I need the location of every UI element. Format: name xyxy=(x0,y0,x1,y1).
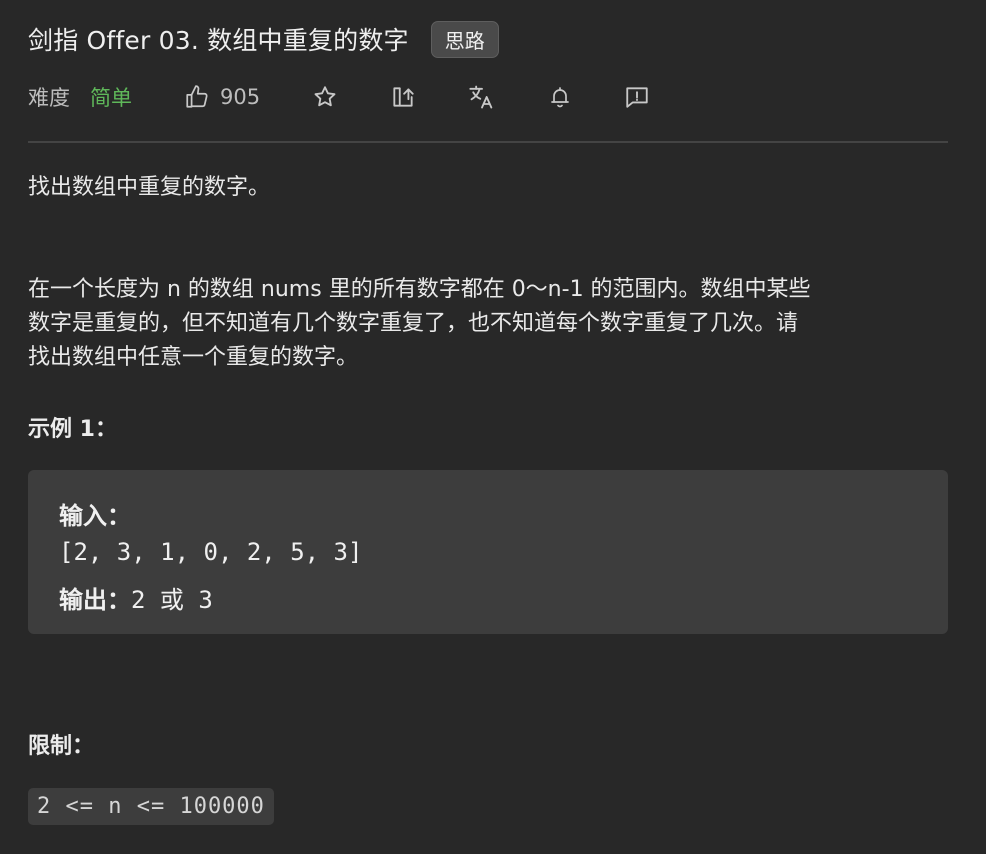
constraints-heading: 限制： xyxy=(28,734,95,759)
example-output-value: 2 或 3 xyxy=(131,586,213,614)
like-count: 905 xyxy=(220,85,261,109)
subscribe-button[interactable] xyxy=(548,82,572,112)
header-divider xyxy=(28,141,948,143)
feedback-button[interactable] xyxy=(624,82,650,112)
constraint-code: 2 <= n <= 100000 xyxy=(28,788,274,825)
share-button[interactable] xyxy=(390,82,416,112)
thumbs-up-icon xyxy=(184,84,210,110)
description-line: 找出数组中重复的数字。 xyxy=(28,175,271,200)
meta-row: 难度 简单 905 xyxy=(28,78,650,116)
example-input-value: [2, 3, 1, 0, 2, 5, 3] xyxy=(59,538,363,566)
example-heading: 示例 1： xyxy=(28,417,117,442)
translate-icon xyxy=(468,83,496,111)
description-paragraph: 在一个长度为 n 的数组 nums 里的所有数字都在 0～n-1 的范围内。数组… xyxy=(28,273,948,375)
example-input-label: 输入： xyxy=(59,502,131,530)
example-code-block: 输入： [2, 3, 1, 0, 2, 5, 3] 输出：2 或 3 xyxy=(28,470,948,634)
difficulty-label: 难度 xyxy=(28,86,70,110)
favorite-button[interactable] xyxy=(312,82,338,112)
share-icon xyxy=(390,84,416,110)
example-output-line: 输出：2 或 3 xyxy=(59,580,213,615)
feedback-icon xyxy=(624,84,650,110)
description-line: 找出数组中任意一个重复的数字。 xyxy=(28,345,359,370)
example-output-label: 输出： xyxy=(59,586,131,614)
description-line: 在一个长度为 n 的数组 nums 里的所有数字都在 0～n-1 的范围内。数组… xyxy=(28,277,811,302)
title-row: 剑指 Offer 03. 数组中重复的数字 思路 xyxy=(28,20,499,58)
problem-title: 剑指 Offer 03. 数组中重复的数字 xyxy=(28,26,409,55)
bell-icon xyxy=(548,84,572,110)
difficulty-value: 简单 xyxy=(90,86,132,110)
like-button[interactable]: 905 xyxy=(184,82,260,112)
star-icon xyxy=(312,84,338,110)
translate-button[interactable] xyxy=(468,82,496,112)
description-line: 数字是重复的，但不知道有几个数字重复了，也不知道每个数字重复了几次。请 xyxy=(28,311,799,336)
hint-tag-button[interactable]: 思路 xyxy=(430,20,499,58)
